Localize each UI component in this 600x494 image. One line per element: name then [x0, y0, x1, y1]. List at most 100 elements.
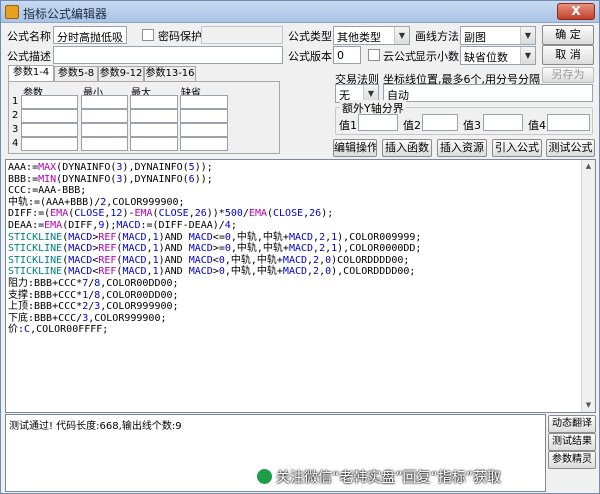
code-token: CCC:=AAA-BBB; [8, 185, 87, 197]
param-2-name[interactable] [21, 109, 78, 123]
code-token: DIFF:=( [8, 208, 51, 220]
code-line: AAA:=MAX(DYNAINFO(3),DYNAINFO(5)); [8, 162, 421, 174]
param-1-default[interactable] [180, 95, 228, 109]
tab-params-13-16[interactable]: 参数13-16 [144, 66, 196, 81]
param-3-default[interactable] [180, 123, 228, 137]
param-4-min[interactable] [81, 137, 128, 151]
type-select[interactable]: 其他类型 ▼ [333, 26, 410, 45]
code-token: )AND [158, 243, 189, 255]
param-row-num: 3 [12, 124, 19, 135]
save-as-button[interactable]: 另存为 [542, 67, 594, 83]
code-token: CLOSE [273, 208, 304, 220]
code-line: 下底:BBB+CCC/3,COLOR999900; [8, 313, 421, 325]
code-token: MACD [122, 231, 147, 243]
param-1-max[interactable] [130, 95, 178, 109]
param-4-name[interactable] [21, 137, 78, 151]
tab-params-9-12[interactable]: 参数9-12 [98, 66, 144, 81]
param-1-name[interactable] [21, 95, 78, 109]
code-token: 12 [110, 208, 123, 220]
code-token: 支撑:BBB+CCC* [8, 289, 83, 301]
yaxis-value-2-input[interactable] [422, 114, 458, 131]
version-input[interactable]: 0 [333, 46, 361, 64]
decimals-select[interactable]: 缺省位数 ▼ [460, 46, 536, 65]
confirm-button[interactable]: 确 定 [542, 25, 594, 45]
test-result-button[interactable]: 测试结果 [548, 433, 596, 451]
code-token: CLOSE [158, 208, 189, 220]
code-line: 价:C,COLOR00FFFF; [8, 324, 421, 336]
insert-function-button[interactable]: 插入函数 [382, 139, 432, 157]
password-label: 密码保护 [158, 30, 202, 43]
param-2-default[interactable] [180, 109, 228, 123]
code-line: 上顶:BBB+CCC*2/3,COLOR999900; [8, 301, 421, 313]
code-line: DEAA:=EMA(DIFF,9);MACD:=(DIFF-DEAA)/4; [8, 220, 421, 232]
code-token: MACD [288, 243, 314, 255]
import-formula-button[interactable]: 引入公式 [492, 139, 542, 157]
param-panel: 参数 最小 最大 缺省 1 2 3 4 [8, 81, 280, 154]
param-4-max[interactable] [130, 137, 178, 151]
code-text[interactable]: AAA:=MAX(DYNAINFO(3),DYNAINFO(5)); BBB:=M… [8, 162, 421, 336]
edit-operations-button[interactable]: 编辑操作 [333, 139, 377, 157]
code-token: REF [98, 254, 117, 266]
code-token: MACD [116, 219, 141, 231]
scroll-up-icon[interactable]: ▲ [582, 160, 595, 173]
version-label: 公式版本 [288, 50, 332, 63]
coord-line-input[interactable]: 自动 [383, 84, 593, 102]
tab-params-5-8[interactable]: 参数5-8 [54, 66, 98, 81]
yaxis-value-3-input[interactable] [483, 114, 523, 131]
code-token: ; [230, 219, 237, 231]
code-line: STICKLINE(MACD>REF(MACD,1)AND MACD<=0,中轨… [8, 232, 421, 244]
code-token: EMA [134, 208, 153, 220]
code-token: ),COLORDDDD00; [331, 266, 416, 278]
code-token: 上顶:BBB+CCC* [8, 301, 83, 313]
close-button[interactable]: X [557, 3, 595, 20]
cloud-checkbox[interactable] [368, 49, 380, 61]
param-3-min[interactable] [81, 123, 128, 137]
tab-params-1-4[interactable]: 参数1-4 [8, 65, 54, 81]
param-3-max[interactable] [130, 123, 178, 137]
code-line: BBB:=MIN(DYNAINFO(3),DYNAINFO(6)); [8, 174, 421, 186]
title-bar: 指标公式编辑器 X [1, 1, 599, 23]
code-editor[interactable]: AAA:=MAX(DYNAINFO(3),DYNAINFO(5)); BBB:=M… [5, 159, 596, 413]
param-4-default[interactable] [180, 137, 228, 151]
code-token: REF [98, 266, 117, 278]
code-token: MACD [282, 266, 308, 278]
param-wizard-button[interactable]: 参数精灵 [548, 451, 596, 469]
param-3-name[interactable] [21, 123, 78, 137]
editor-scrollbar[interactable]: ▲ ▼ [581, 160, 595, 412]
code-token: MACD [68, 254, 93, 266]
formula-editor-window: 指标公式编辑器 X 公式名称 分时高抛低吸 密码保护 公式类型 其他类型 ▼ 画… [0, 0, 600, 494]
code-token: MACD [188, 254, 213, 266]
yaxis-value-1-input[interactable] [358, 114, 398, 131]
code-token: <= [212, 231, 225, 243]
draw-method-select[interactable]: 副图 ▼ [460, 26, 536, 45]
code-token: MACD [122, 254, 147, 266]
test-formula-button[interactable]: 测试公式 [546, 139, 595, 157]
code-token: STICKLINE [8, 243, 63, 255]
name-input[interactable]: 分时高抛低吸 [53, 26, 127, 44]
type-select-value: 其他类型 [337, 31, 381, 44]
code-token: EMA [248, 208, 267, 220]
scroll-down-icon[interactable]: ▼ [582, 399, 595, 412]
param-2-min[interactable] [81, 109, 128, 123]
yaxis-value-4-input[interactable] [547, 114, 590, 131]
chevron-down-icon: ▼ [520, 27, 535, 44]
status-message: 测试通过! 代码长度:668,输出线个数:9 [9, 421, 182, 432]
password-input[interactable] [201, 26, 283, 44]
param-1-min[interactable] [81, 95, 128, 109]
cancel-button[interactable]: 取 消 [542, 45, 594, 65]
code-token: BBB:= [8, 173, 39, 185]
code-token: ,中轨,中轨+ [230, 231, 289, 243]
code-token: STICKLINE [8, 231, 63, 243]
code-token: ),DYNAINFO( [122, 162, 189, 173]
param-row-num: 4 [12, 138, 19, 149]
code-token: ,COLOR00DD00; [100, 289, 179, 301]
desc-input[interactable] [53, 46, 283, 64]
code-token: ),DYNAINFO( [122, 173, 189, 185]
dynamic-translate-button[interactable]: 动态翻译 [548, 415, 596, 433]
insert-resource-button[interactable]: 插入资源 [437, 139, 487, 157]
password-checkbox[interactable] [142, 29, 154, 41]
code-token: 500 [224, 208, 243, 220]
type-label: 公式类型 [288, 30, 332, 43]
param-2-max[interactable] [130, 109, 178, 123]
draw-method-value: 副图 [464, 31, 486, 44]
